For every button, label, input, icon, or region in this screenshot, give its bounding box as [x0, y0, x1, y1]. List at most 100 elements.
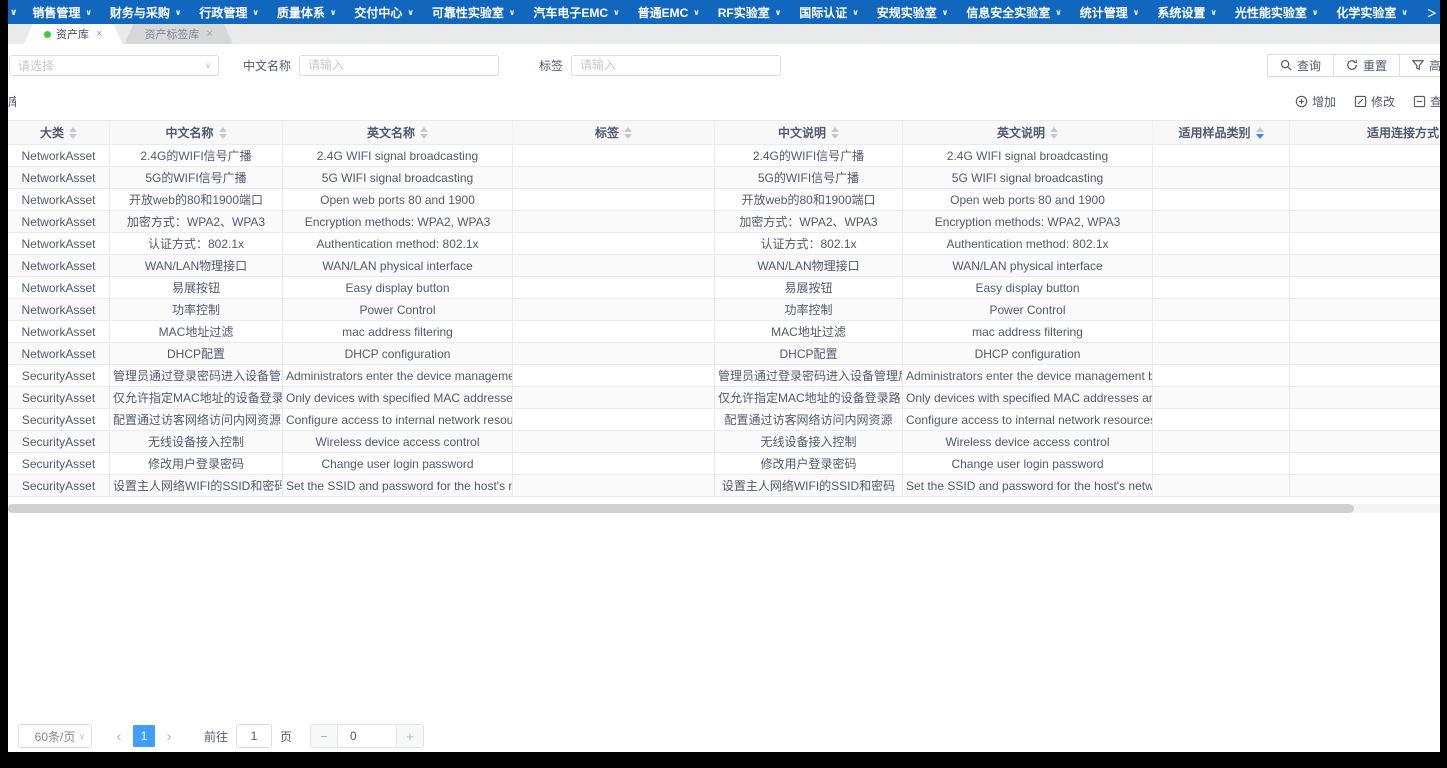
cell-cn-name: 认证方式：802.1x — [110, 233, 283, 254]
tag-input[interactable] — [571, 55, 781, 76]
sort-icon[interactable] — [1256, 127, 1264, 139]
column-header[interactable]: 中文说明 — [715, 121, 903, 144]
prev-page-icon[interactable]: ‹ — [108, 724, 130, 748]
sort-icon[interactable] — [69, 127, 77, 139]
horizontal-scrollbar[interactable] — [8, 504, 1440, 513]
add-button[interactable]: 增加 — [1295, 93, 1336, 110]
nav-menu-item[interactable]: 可靠性实验室 ∨ — [423, 4, 525, 21]
sort-icon[interactable] — [1050, 127, 1058, 139]
nav-menu-item[interactable]: 安规实验室 ∨ — [868, 4, 958, 21]
page-size-select[interactable]: 60条/页 ∨ — [18, 724, 92, 748]
column-header-label: 中文说明 — [778, 124, 826, 141]
nav-clipped-item-chevron-down-icon[interactable]: ∨ — [8, 7, 23, 18]
cell-en-name: Administrators enter the device manageme… — [283, 365, 513, 386]
table-row[interactable]: NetworkAsset 5G的WIFI信号广播 5G WIFI signal … — [8, 167, 1440, 189]
table-row[interactable]: NetworkAsset WAN/LAN物理接口 WAN/LAN physica… — [8, 255, 1440, 277]
nav-more-icon[interactable]: ＞ — [1417, 5, 1440, 20]
table-row[interactable]: SecurityAsset 设置主人网络WIFI的SSID和密码 Set the… — [8, 475, 1440, 497]
nav-menu-item[interactable]: 系统设置 ∨ — [1148, 4, 1226, 21]
table-row[interactable]: NetworkAsset 加密方式：WPA2、WPA3 Encryption m… — [8, 211, 1440, 233]
tab-asset-library[interactable]: 资产库 × — [24, 24, 122, 44]
nav-menu-item[interactable]: 光性能实验室 ∨ — [1226, 4, 1328, 21]
cell-tag — [513, 365, 715, 386]
cell-cn-desc: 5G的WIFI信号广播 — [715, 167, 903, 188]
cn-name-label: 中文名称 — [243, 57, 291, 74]
stepper-plus-button[interactable]: + — [396, 724, 424, 748]
nav-menu-item[interactable]: 化学实验室 ∨ — [1327, 4, 1417, 21]
nav-menu-item[interactable]: 普通EMC ∨ — [629, 4, 709, 21]
sort-icon[interactable] — [624, 127, 632, 139]
cell-connection-type — [1290, 277, 1440, 298]
table-row[interactable]: SecurityAsset 管理员通过登录密码进入设备管理后台 Administ… — [8, 365, 1440, 387]
cell-sample-type — [1153, 277, 1290, 298]
table-row[interactable]: NetworkAsset 功率控制 Power Control 功率控制 Pow… — [8, 299, 1440, 321]
nav-menu-item[interactable]: 统计管理 ∨ — [1071, 4, 1149, 21]
nav-menu-item[interactable]: 质量体系 ∨ — [268, 4, 346, 21]
cell-en-desc: Power Control — [903, 299, 1153, 320]
nav-menu-item[interactable]: RF实验室 ∨ — [709, 4, 791, 21]
page-unit-label: 页 — [280, 728, 292, 745]
close-icon[interactable]: × — [96, 28, 102, 40]
cell-cn-name: 无线设备接入控制 — [110, 431, 283, 452]
cell-en-name: Only devices with specified MAC addresse… — [283, 387, 513, 408]
view-button[interactable]: 查看 — [1413, 93, 1440, 110]
table-row[interactable]: NetworkAsset 易展按钮 Easy display button 易展… — [8, 277, 1440, 299]
nav-menu-item-label: RF实验室 — [718, 4, 770, 21]
tab-asset-tag-library[interactable]: 资产标签库 × — [124, 24, 232, 44]
nav-menu-item[interactable]: 财务与采购 ∨ — [101, 4, 191, 21]
scrollbar-thumb[interactable] — [8, 504, 1354, 513]
table-row[interactable]: NetworkAsset DHCP配置 DHCP configuration D… — [8, 343, 1440, 365]
column-header[interactable]: 中文名称 — [110, 121, 283, 144]
table-row[interactable]: NetworkAsset 2.4G的WIFI信号广播 2.4G WIFI sig… — [8, 145, 1440, 167]
cell-connection-type — [1290, 255, 1440, 276]
category-select[interactable]: 请选择 ∨ — [9, 55, 219, 76]
filter-buttons: 查询 重置 高级 — [1267, 54, 1440, 77]
advanced-filter-button[interactable]: 高级 — [1400, 54, 1440, 77]
cell-tag — [513, 167, 715, 188]
stepper-input[interactable] — [338, 724, 396, 748]
tab-label: 资产库 — [56, 26, 89, 42]
column-header[interactable]: 大类 — [8, 121, 110, 144]
search-button[interactable]: 查询 — [1267, 54, 1334, 77]
table-row[interactable]: SecurityAsset 无线设备接入控制 Wireless device a… — [8, 431, 1440, 453]
nav-menu-item[interactable]: 行政管理 ∨ — [190, 4, 268, 21]
next-page-icon[interactable]: › — [158, 724, 180, 748]
nav-menu-item[interactable]: 汽车电子EMC ∨ — [524, 4, 628, 21]
table-row[interactable]: NetworkAsset 认证方式：802.1x Authentication … — [8, 233, 1440, 255]
cell-en-name: Set the SSID and password for the host's… — [283, 475, 513, 496]
nav-menu-item[interactable]: 销售管理 ∨ — [23, 4, 101, 21]
sort-icon[interactable] — [420, 127, 428, 139]
sort-icon[interactable] — [831, 127, 839, 139]
page-number-current[interactable]: 1 — [133, 725, 155, 747]
nav-menu-item[interactable]: 国际认证 ∨ — [790, 4, 868, 21]
cell-cn-name: 配置通过访客网络访问内网资源 — [110, 409, 283, 430]
edit-button[interactable]: 修改 — [1354, 93, 1395, 110]
cell-cn-desc: 修改用户登录密码 — [715, 453, 903, 474]
table-row[interactable]: SecurityAsset 配置通过访客网络访问内网资源 Configure a… — [8, 409, 1440, 431]
column-header[interactable]: 英文名称 — [283, 121, 513, 144]
top-navbar: ∨ 销售管理 ∨ 财务与采购 ∨ 行政管理 ∨ 质量体系 — [8, 0, 1440, 24]
nav-menu-item[interactable]: 信息安全实验室 ∨ — [957, 4, 1071, 21]
nav-menu-item[interactable]: 交付中心 ∨ — [345, 4, 423, 21]
column-header-label: 英文名称 — [367, 124, 415, 141]
table-row[interactable]: SecurityAsset 仅允许指定MAC地址的设备登录路由器 Only de… — [8, 387, 1440, 409]
toolbar-row: 库 增加 修改 — [8, 86, 1440, 116]
reset-button[interactable]: 重置 — [1334, 54, 1400, 77]
stepper-minus-button[interactable]: − — [310, 724, 338, 748]
cell-en-desc: Configure access to internal network res… — [903, 409, 1153, 430]
column-header[interactable]: 适用连接方式 — [1290, 121, 1440, 144]
table-row[interactable]: SecurityAsset 修改用户登录密码 Change user login… — [8, 453, 1440, 475]
sort-icon[interactable] — [219, 127, 227, 139]
cell-connection-type — [1290, 409, 1440, 430]
table-row[interactable]: NetworkAsset MAC地址过滤 mac address filteri… — [8, 321, 1440, 343]
close-icon[interactable]: × — [206, 28, 212, 40]
column-header[interactable]: 英文说明 — [903, 121, 1153, 144]
goto-page-input[interactable] — [236, 724, 272, 748]
column-header[interactable]: 适用样品类别 — [1153, 121, 1290, 144]
cell-en-desc: WAN/LAN physical interface — [903, 255, 1153, 276]
cell-category: NetworkAsset — [8, 211, 110, 232]
column-header[interactable]: 标签 — [513, 121, 715, 144]
cn-name-input[interactable] — [299, 55, 499, 76]
table-row[interactable]: NetworkAsset 开放web的80和1900端口 Open web po… — [8, 189, 1440, 211]
cell-category: NetworkAsset — [8, 189, 110, 210]
